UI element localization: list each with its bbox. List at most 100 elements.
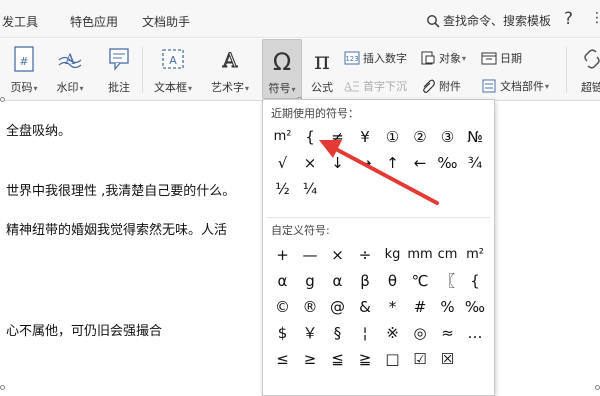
symbol-cell[interactable]: ← [407, 150, 434, 176]
symbol-cell[interactable]: ↓ [324, 150, 351, 176]
selection-handle[interactable] [0, 385, 5, 390]
symbol-cell[interactable]: $ [269, 320, 296, 346]
omega-icon: Ω [272, 48, 292, 76]
insert-ribbon: # 页码▾ A 水印▾ 批注 A 文本框▾ A 艺术字▾ Ω 符号▾ π 公式 … [0, 39, 600, 101]
symbol-cell[interactable]: 〖 [434, 268, 461, 294]
watermark-button[interactable]: A 水印▾ [48, 39, 92, 99]
symbol-cell[interactable]: → [352, 150, 379, 176]
symbol-cell[interactable]: ◎ [407, 320, 434, 346]
symbol-cell[interactable]: ‰ [462, 294, 489, 320]
symbol-cell[interactable]: { [462, 268, 489, 294]
symbol-cell[interactable]: m² [269, 124, 296, 150]
symbol-cell[interactable]: □ [379, 346, 406, 372]
symbol-cell[interactable]: ※ [379, 320, 406, 346]
symbol-cell[interactable]: ② [407, 124, 434, 150]
symbol-cell[interactable]: @ [324, 294, 351, 320]
formula-label: 公式 [311, 81, 333, 94]
symbol-cell[interactable]: * [379, 294, 406, 320]
art-text-button[interactable]: A 艺术字▾ [204, 39, 256, 99]
symbol-cell[interactable]: × [324, 242, 351, 268]
insert-number-button[interactable]: 123 插入数字 [344, 50, 407, 66]
symbol-cell[interactable]: ① [379, 124, 406, 150]
doc-part-button[interactable]: 文档部件 ▾ [481, 78, 549, 94]
pi-icon: π [314, 47, 330, 75]
comment-button[interactable]: 批注 [100, 39, 138, 99]
symbol-cell[interactable]: ≧ [352, 346, 379, 372]
more-icon[interactable]: ⋮ [590, 10, 600, 26]
symbol-cell[interactable]: α [324, 268, 351, 294]
symbol-cell[interactable]: ¼ [297, 176, 324, 202]
symbol-cell[interactable]: ℃ [407, 268, 434, 294]
symbol-cell[interactable]: { [297, 124, 324, 150]
attachment-button[interactable]: 附件 [420, 78, 461, 94]
page-number-button[interactable]: # 页码▾ [4, 39, 44, 99]
symbol-cell[interactable]: m² [462, 242, 489, 268]
symbol-cell[interactable]: ☑ [407, 346, 434, 372]
symbol-cell[interactable]: ¦ [352, 320, 379, 346]
doc-line: 全盘吸纳。 [6, 124, 72, 139]
search-label: 查找命令、搜索模板 [443, 14, 552, 28]
tab-dev-tools[interactable]: 发工具 [2, 13, 38, 30]
panel-divider [267, 217, 490, 218]
number-icon: 123 [344, 51, 360, 65]
symbol-cell[interactable]: № [462, 124, 489, 150]
calendar-icon [481, 52, 497, 65]
symbol-cell[interactable]: ☒ [434, 346, 461, 372]
hyperlink-button[interactable]: 超链 [572, 39, 600, 99]
symbol-cell[interactable]: ≦ [324, 346, 351, 372]
date-label: 日期 [500, 52, 522, 65]
symbol-cell[interactable]: √ [269, 150, 296, 176]
symbol-cell[interactable]: cm [434, 242, 461, 268]
symbol-cell[interactable]: β [352, 268, 379, 294]
symbol-cell[interactable]: § [324, 320, 351, 346]
symbol-cell[interactable]: ‰ [434, 150, 461, 176]
symbol-cell[interactable]: ≥ [297, 346, 324, 372]
symbol-cell[interactable]: ® [297, 294, 324, 320]
symbol-cell[interactable]: ÷ [352, 242, 379, 268]
search-icon [427, 14, 440, 28]
symbol-cell[interactable]: ≤ [269, 346, 296, 372]
custom-symbols-header: 自定义符号: [271, 224, 330, 237]
hyperlink-label: 超链 [581, 81, 600, 94]
tab-doc-assistant[interactable]: 文档助手 [142, 13, 190, 30]
symbol-cell[interactable]: — [297, 242, 324, 268]
symbol-cell[interactable]: ↑ [379, 150, 406, 176]
help-icon[interactable]: ? [564, 9, 573, 29]
svg-text:123: 123 [345, 55, 358, 63]
object-label: 对象 [439, 52, 461, 65]
formula-button[interactable]: π 公式 [306, 39, 338, 99]
tab-special-apps[interactable]: 特色应用 [70, 13, 118, 30]
drop-cap-icon: A [344, 80, 359, 93]
symbol-cell[interactable]: ¾ [462, 150, 489, 176]
symbol-cell[interactable]: mm [407, 242, 434, 268]
link-icon [572, 45, 600, 77]
symbol-cell[interactable]: ③ [434, 124, 461, 150]
symbol-cell[interactable]: α [269, 268, 296, 294]
object-button[interactable]: 对象 ▾ [420, 50, 466, 66]
symbol-button[interactable]: Ω 符号▾ [262, 39, 302, 99]
symbol-cell[interactable]: … [462, 320, 489, 346]
symbol-cell[interactable]: g [297, 268, 324, 294]
textbox-button[interactable]: A 文本框▾ [148, 39, 198, 99]
command-search[interactable]: 查找命令、搜索模板 [426, 12, 551, 29]
symbol-cell[interactable]: kg [379, 242, 406, 268]
symbol-cell[interactable]: & [352, 294, 379, 320]
symbol-cell[interactable]: θ [379, 268, 406, 294]
page-number-label: 页码 [10, 81, 33, 94]
symbol-cell[interactable]: # [407, 294, 434, 320]
symbol-cell[interactable]: ≠ [324, 124, 351, 150]
symbol-cell[interactable]: ≈ [434, 320, 461, 346]
symbol-cell[interactable]: % [434, 294, 461, 320]
selection-handle[interactable] [0, 97, 5, 102]
date-button[interactable]: 日期 [481, 50, 522, 66]
symbol-cell[interactable]: © [269, 294, 296, 320]
symbol-cell[interactable]: ¥ [352, 124, 379, 150]
symbol-cell[interactable]: + [269, 242, 296, 268]
selection-handle[interactable] [595, 385, 600, 390]
doc-line: 精神纽带的婚姻我觉得索然无味。人活 [6, 223, 228, 238]
symbol-cell[interactable]: ￥ [297, 320, 324, 346]
symbol-cell[interactable]: × [297, 150, 324, 176]
comment-icon [100, 45, 138, 77]
symbol-cell[interactable]: ½ [269, 176, 296, 202]
textbox-label: 文本框 [153, 81, 187, 94]
